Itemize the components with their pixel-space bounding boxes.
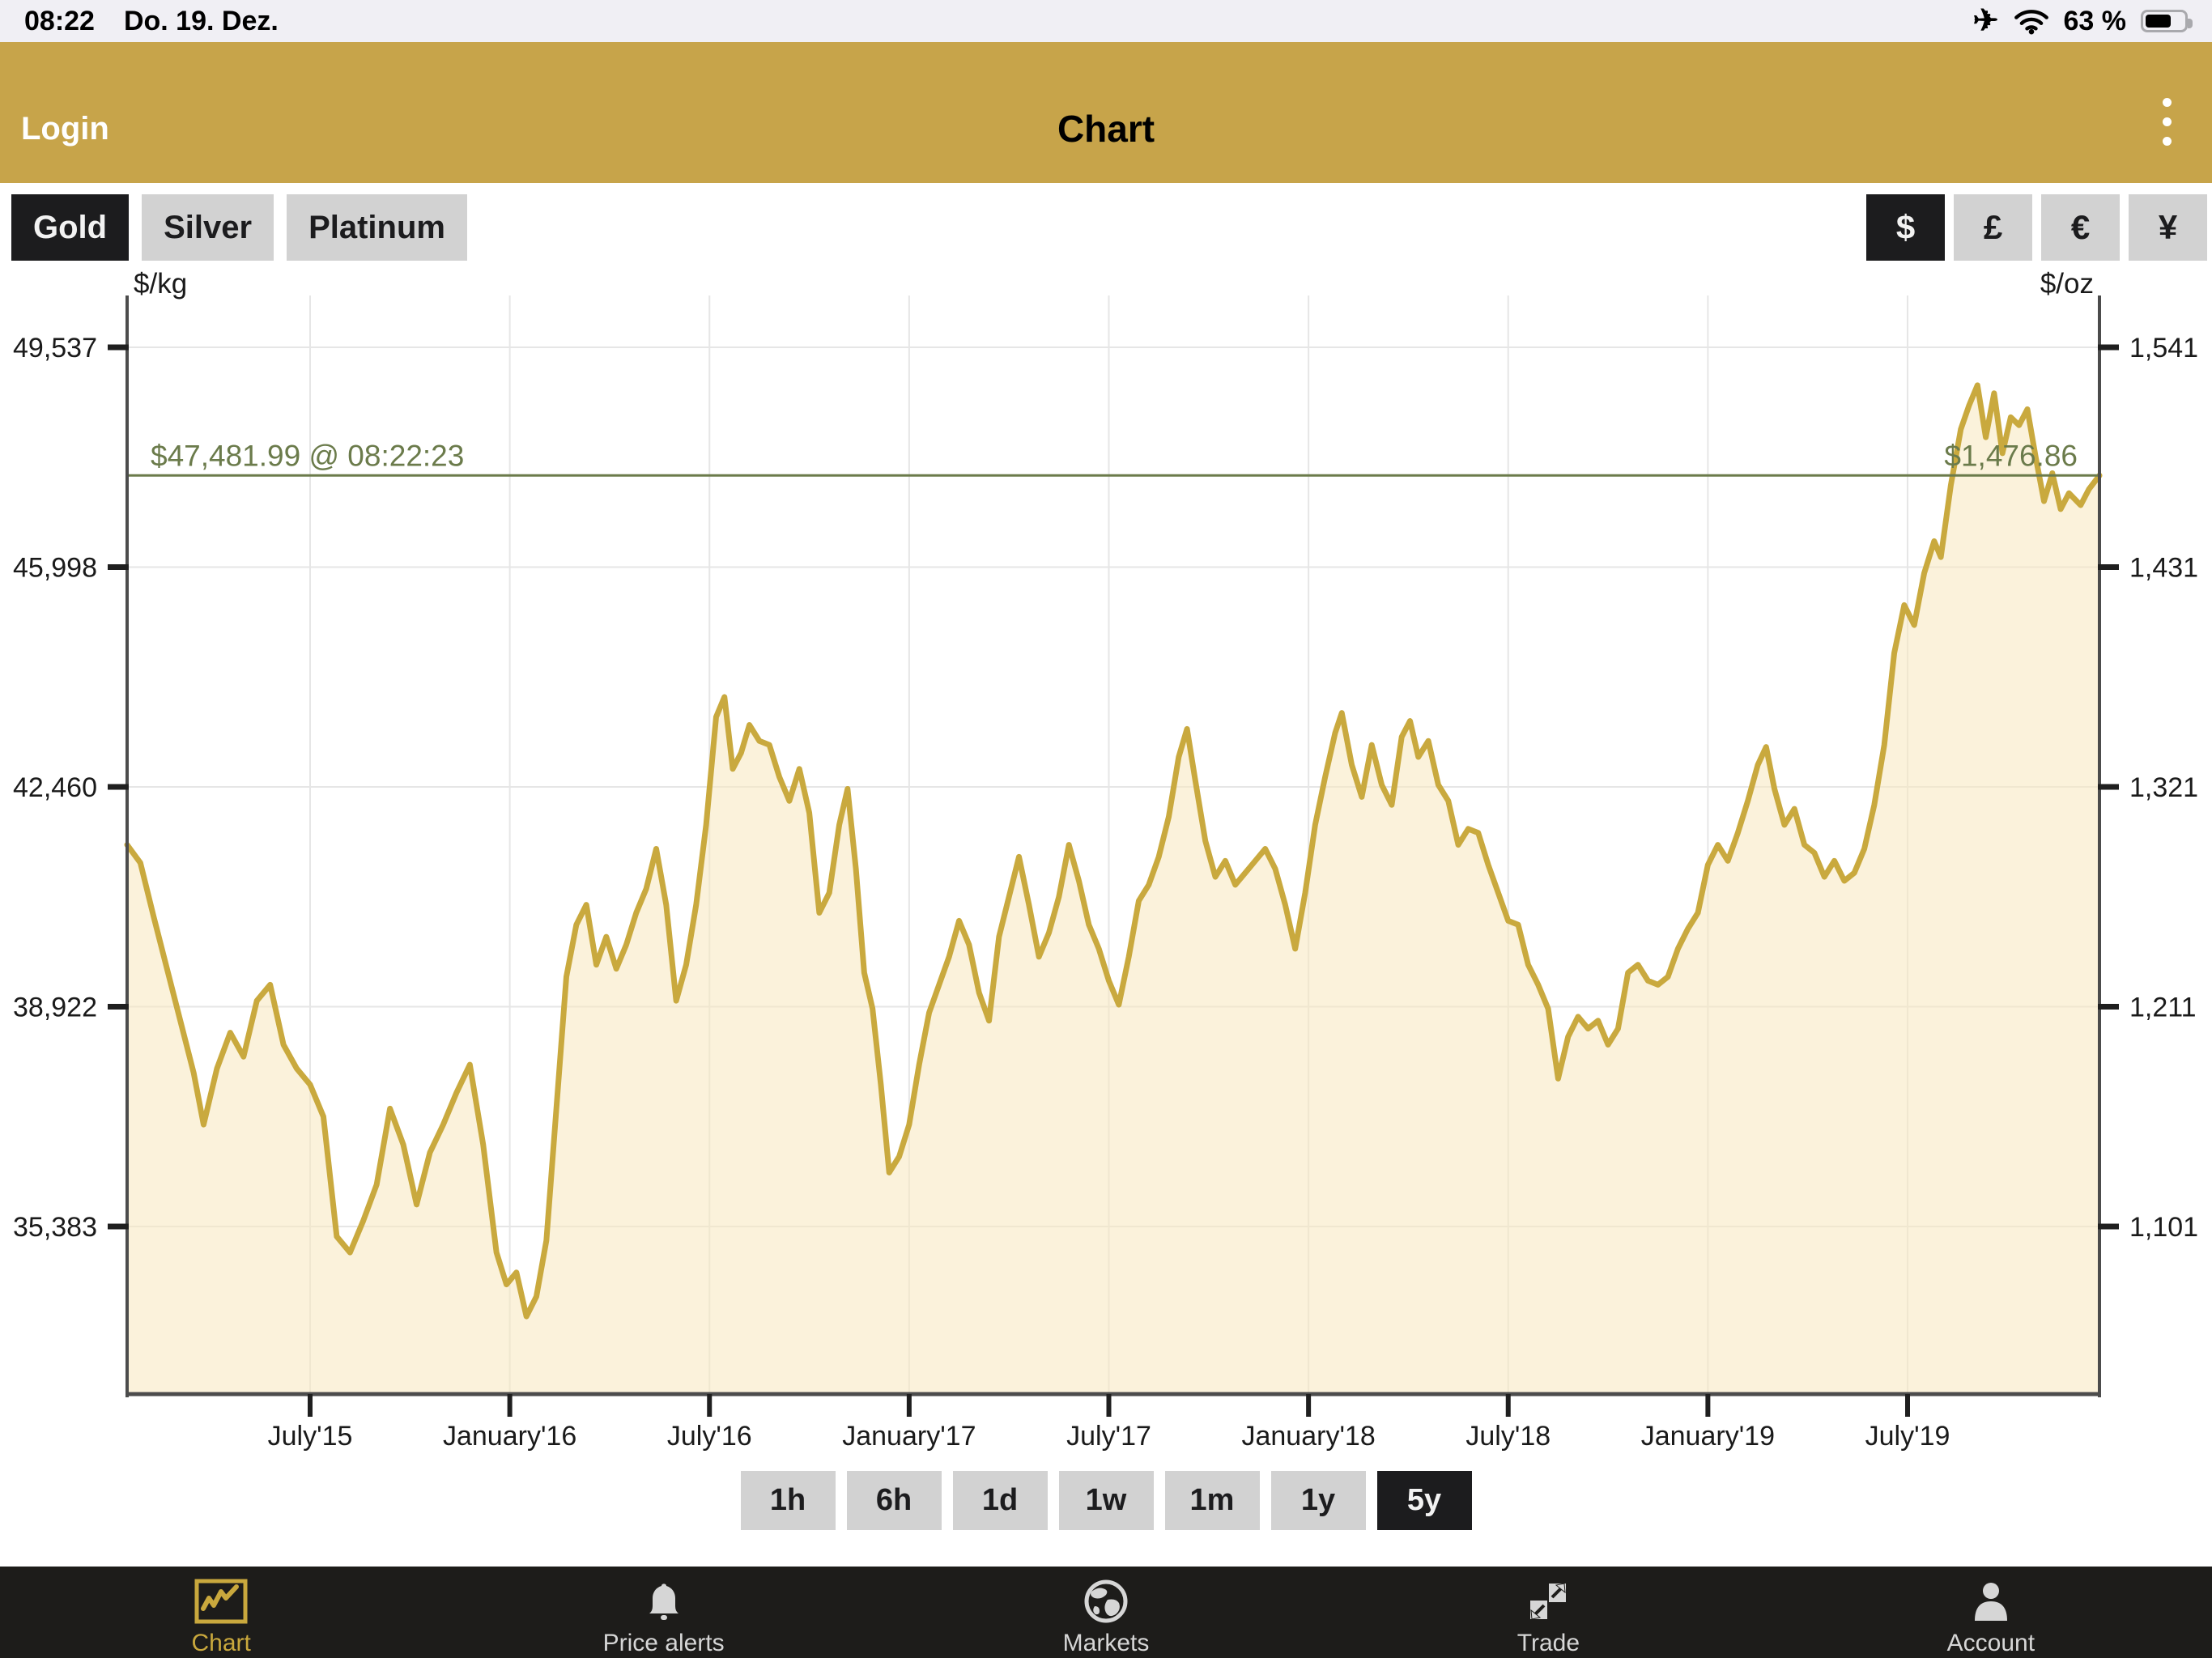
airplane-mode-icon: ✈ xyxy=(1973,6,1999,36)
metal-tabs: Gold Silver Platinum xyxy=(11,194,467,261)
y-axis-label-oz: 1,431 xyxy=(2129,553,2198,584)
tab-chart[interactable]: Chart xyxy=(0,1567,442,1658)
currency-tabs: $ £ € ¥ xyxy=(1866,194,2207,261)
tab-currency-eur[interactable]: € xyxy=(2041,194,2120,261)
tab-trade[interactable]: Trade xyxy=(1327,1567,1769,1658)
x-axis-label: July'16 xyxy=(667,1421,752,1452)
overflow-menu-icon[interactable] xyxy=(2158,93,2176,151)
range-1d[interactable]: 1d xyxy=(953,1471,1048,1530)
tab-label: Markets xyxy=(1063,1630,1150,1657)
range-6h[interactable]: 6h xyxy=(847,1471,942,1530)
tab-label: Price alerts xyxy=(603,1630,725,1657)
range-1h[interactable]: 1h xyxy=(741,1471,836,1530)
range-1w[interactable]: 1w xyxy=(1059,1471,1154,1530)
tab-silver[interactable]: Silver xyxy=(142,194,274,261)
x-axis-label: January'17 xyxy=(842,1421,976,1452)
tab-label: Chart xyxy=(192,1630,251,1657)
y-axis-label-oz: 1,101 xyxy=(2129,1212,2198,1243)
range-1m[interactable]: 1m xyxy=(1165,1471,1260,1530)
person-icon xyxy=(1968,1576,2014,1626)
tab-currency-usd[interactable]: $ xyxy=(1866,194,1945,261)
y-axis-label-kg: 35,383 xyxy=(13,1212,97,1243)
x-axis-label: July'17 xyxy=(1066,1421,1151,1452)
price-area-fill xyxy=(127,385,2099,1394)
current-price-label-oz: $1,476.86 xyxy=(1944,439,2078,472)
y-axis-label-kg: 45,998 xyxy=(13,553,97,584)
current-price-label-kg: $47,481.99 @ 08:22:23 xyxy=(151,439,464,472)
app-header: Login Chart xyxy=(0,42,2212,183)
tab-platinum[interactable]: Platinum xyxy=(287,194,467,261)
bell-icon xyxy=(642,1576,686,1626)
tab-label: Trade xyxy=(1517,1630,1580,1657)
y-axis-label-oz: 1,541 xyxy=(2129,333,2198,363)
globe-icon xyxy=(1083,1576,1129,1626)
range-buttons: 1h 6h 1d 1w 1m 1y 5y xyxy=(0,1471,2212,1530)
tab-gold[interactable]: Gold xyxy=(11,194,129,261)
tab-price-alerts[interactable]: Price alerts xyxy=(442,1567,884,1658)
bottom-tab-bar: Chart Price alerts Markets xyxy=(0,1567,2212,1658)
status-date: Do. 19. Dez. xyxy=(124,6,279,37)
x-axis-label: January'18 xyxy=(1241,1421,1375,1452)
axis-unit-left: $/kg xyxy=(134,268,187,300)
x-axis-label: January'19 xyxy=(1641,1421,1775,1452)
wifi-icon xyxy=(2014,7,2049,35)
gold-price-chart[interactable]: $47,481.99 @ 08:22:23 $1,476.86 49,537 1,54… xyxy=(0,267,2212,1457)
x-axis-label: July'19 xyxy=(1865,1421,1950,1452)
tab-account[interactable]: Account xyxy=(1770,1567,2212,1658)
battery-percent: 63 % xyxy=(2064,6,2127,37)
tab-currency-gbp[interactable]: £ xyxy=(1954,194,2032,261)
status-time: 08:22 xyxy=(24,6,95,37)
axis-unit-right: $/oz xyxy=(2040,268,2094,300)
x-axis-label: January'16 xyxy=(443,1421,576,1452)
y-axis-label-kg: 42,460 xyxy=(13,772,97,803)
tab-label: Account xyxy=(1947,1630,2035,1657)
range-1y[interactable]: 1y xyxy=(1271,1471,1366,1530)
y-axis-label-kg: 49,537 xyxy=(13,333,97,363)
chart-toolbar: Gold Silver Platinum $ £ € ¥ xyxy=(0,194,2212,261)
y-axis-label-oz: 1,321 xyxy=(2129,772,2198,803)
status-bar: 08:22 Do. 19. Dez. ✈ 63 % xyxy=(0,0,2212,42)
x-axis-label: July'18 xyxy=(1465,1421,1551,1452)
y-axis-label-oz: 1,211 xyxy=(2129,993,2197,1023)
trade-icon xyxy=(1525,1576,1571,1626)
y-axis-label-kg: 38,922 xyxy=(13,993,97,1023)
range-5y[interactable]: 5y xyxy=(1377,1471,1472,1530)
page-title: Chart xyxy=(0,107,2212,151)
battery-icon xyxy=(2141,10,2188,32)
chart-icon xyxy=(194,1576,248,1626)
x-axis-label: July'15 xyxy=(268,1421,353,1452)
tab-markets[interactable]: Markets xyxy=(885,1567,1327,1658)
tab-currency-jpy[interactable]: ¥ xyxy=(2129,194,2207,261)
